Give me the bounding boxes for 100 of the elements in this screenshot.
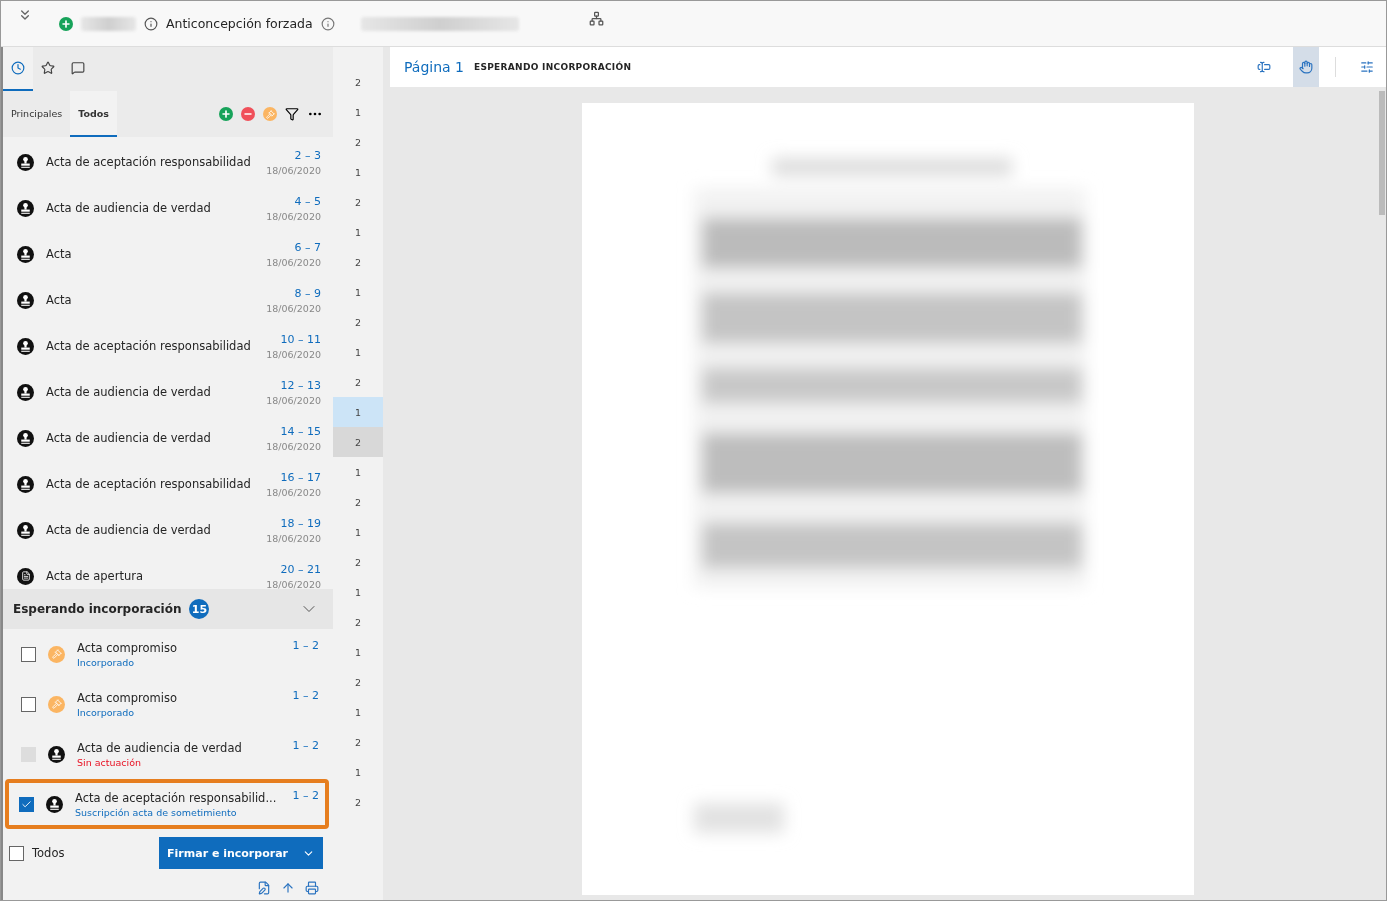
header-title: Anticoncepción forzada	[166, 16, 313, 31]
page-range: 10 – 11	[280, 332, 321, 346]
page-number[interactable]: 1	[333, 577, 383, 607]
stamp-icon	[17, 429, 34, 447]
print-icon[interactable]	[305, 881, 319, 895]
page-number[interactable]: 1	[333, 397, 383, 427]
page-number[interactable]: 2	[333, 547, 383, 577]
page-number[interactable]: 1	[333, 757, 383, 787]
stamp-icon	[17, 337, 34, 355]
pending-row[interactable]: Acta compromiso Incorporado 1 – 2	[3, 679, 329, 729]
page-number[interactable]: 2	[333, 427, 383, 457]
page-number[interactable]: 2	[333, 307, 383, 337]
edit-icon[interactable]	[257, 881, 271, 895]
info-icon[interactable]	[320, 16, 335, 31]
add-icon[interactable]	[59, 16, 73, 31]
document-title[interactable]: Acta de audiencia de verdad	[46, 431, 255, 445]
minus-icon	[241, 107, 255, 121]
upload-icon[interactable]	[281, 881, 295, 895]
filter-icon	[285, 107, 299, 121]
pending-row[interactable]: Acta de aceptación responsabilid... Suscripción acta de sometimiento 1 – 2	[5, 779, 329, 829]
document-date: 18/06/2020	[266, 394, 321, 406]
stamp-icon	[17, 291, 34, 309]
section-title: Esperando incorporación	[13, 602, 182, 616]
info-icon[interactable]	[144, 16, 158, 31]
page-range: 14 – 15	[280, 424, 321, 438]
tab[interactable]: Todos	[70, 91, 117, 137]
document-date: 18/06/2020	[266, 578, 321, 589]
page-number[interactable]: 2	[333, 607, 383, 637]
hand-icon	[1299, 59, 1313, 75]
sign-button[interactable]: Firmar e incorporar	[159, 837, 323, 869]
status-text: Incorporado	[77, 656, 136, 668]
checkbox[interactable]	[19, 796, 34, 812]
stamp-icon	[17, 199, 34, 217]
document-title[interactable]: Acta compromiso	[77, 640, 281, 655]
status-label: ESPERANDO INCORPORACIÓN	[474, 62, 633, 72]
page-range: 1 – 2	[292, 789, 319, 802]
document-title[interactable]: Acta	[46, 293, 255, 307]
stamp-icon	[48, 745, 65, 763]
document-date: 18/06/2020	[266, 486, 321, 498]
stamp-icon	[17, 245, 34, 263]
page-number[interactable]: 1	[333, 277, 383, 307]
stamp-icon	[17, 383, 34, 401]
page-range: 8 – 9	[294, 286, 321, 300]
page-range: 16 – 17	[280, 470, 321, 484]
document-title[interactable]: Acta de aceptación responsabilidad	[46, 339, 255, 353]
check-icon	[21, 798, 32, 810]
page-number[interactable]: 2	[333, 67, 383, 97]
page-range: 6 – 7	[294, 240, 321, 254]
page-range: 1 – 2	[292, 739, 319, 752]
page-number[interactable]: 1	[333, 97, 383, 127]
document-title[interactable]: Acta	[46, 247, 255, 261]
page-number[interactable]: 1	[333, 637, 383, 667]
page-range: 20 – 21	[280, 562, 321, 576]
page-label: Página 1	[404, 59, 464, 75]
document-date: 18/06/2020	[266, 440, 321, 452]
page-number[interactable]: 2	[333, 247, 383, 277]
page-number[interactable]: 2	[333, 127, 383, 157]
stamp-icon	[17, 521, 34, 539]
hand-tool[interactable]	[1293, 47, 1319, 87]
page-number[interactable]: 1	[333, 517, 383, 547]
document-title[interactable]: Acta de aceptación responsabilidad	[46, 477, 255, 491]
page-range: 2 – 3	[294, 148, 321, 162]
count-badge: 15	[189, 599, 210, 619]
status-text: Incorporado	[77, 706, 136, 718]
document-title[interactable]: Acta de aceptación responsabilidad	[46, 155, 255, 169]
page-number[interactable]: 2	[333, 187, 383, 217]
page-range: 1 – 2	[292, 639, 319, 652]
checkbox-label: Todos	[32, 846, 66, 860]
page-number[interactable]: 1	[333, 217, 383, 247]
page-number[interactable]: 2	[333, 487, 383, 517]
tab[interactable]: Principales	[3, 91, 71, 137]
document-title[interactable]: Acta compromiso	[77, 690, 281, 705]
hammer-icon	[48, 695, 65, 713]
clock-icon[interactable]	[3, 47, 33, 91]
checkbox[interactable]	[21, 696, 36, 712]
page-number[interactable]: 1	[333, 457, 383, 487]
page-number[interactable]: 2	[333, 727, 383, 757]
page-number[interactable]: 2	[333, 787, 383, 817]
document-title[interactable]: Acta de audiencia de verdad	[46, 201, 255, 215]
checkbox[interactable]	[9, 845, 24, 861]
page-number[interactable]: 1	[333, 157, 383, 187]
document-title[interactable]: Acta de audiencia de verdad	[46, 523, 255, 537]
sliders-icon	[1360, 59, 1374, 75]
checkbox[interactable]	[21, 646, 36, 662]
hammer-icon	[48, 645, 65, 663]
page-number[interactable]: 2	[333, 667, 383, 697]
page-number[interactable]: 2	[333, 367, 383, 397]
document-title[interactable]: Acta de audiencia de verdad	[46, 385, 255, 399]
page-range: 1 – 2	[292, 689, 319, 702]
page-number[interactable]: 1	[333, 337, 383, 367]
document-date: 18/06/2020	[266, 164, 321, 176]
document-date: 18/06/2020	[266, 348, 321, 360]
hierarchy-icon[interactable]	[588, 11, 604, 26]
document-title[interactable]: Acta de apertura	[46, 569, 255, 583]
page-number[interactable]: 1	[333, 697, 383, 727]
document-date: 18/06/2020	[266, 256, 321, 268]
pending-row[interactable]: Acta compromiso Incorporado 1 – 2	[3, 629, 329, 679]
stamp-icon	[46, 795, 63, 813]
document-icon	[17, 567, 34, 585]
document-title[interactable]: Acta de aceptación responsabilid...	[75, 790, 281, 805]
